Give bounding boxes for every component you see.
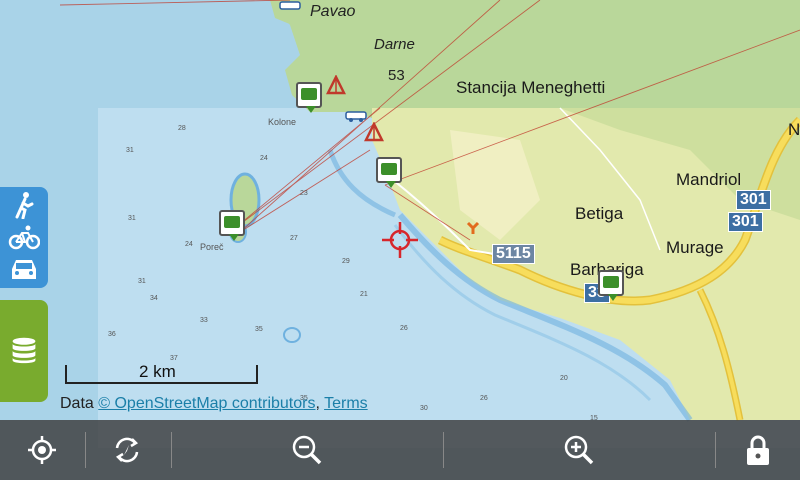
svg-text:30: 30 [420,405,428,412]
attraction-icon[interactable] [465,220,481,236]
car-marker-icon[interactable] [344,108,368,122]
svg-text:24: 24 [260,155,268,162]
poi-marker[interactable] [219,210,245,241]
rotate-map-icon [115,437,139,463]
lock-icon [747,435,769,465]
zoom-out-button[interactable] [285,420,329,480]
place-betiga: Betiga [575,204,624,223]
svg-text:36: 36 [108,331,116,338]
svg-text:26: 26 [480,395,488,402]
toolbar-divider [443,432,444,468]
svg-text:29: 29 [342,258,350,265]
attribution-prefix: Data [60,395,99,412]
poi-marker[interactable] [598,270,624,301]
road-shield: 5115 [492,244,535,264]
cycling-icon[interactable] [8,223,40,251]
elevation-label: 53 [388,67,405,84]
place-stancija-meneghetti: Stancija Meneghetti [456,78,606,97]
map-center-crosshair-icon [382,222,418,258]
lock-button[interactable] [736,420,780,480]
svg-text:26: 26 [400,325,408,332]
road-shield: 301 [728,212,763,232]
travel-mode-panel[interactable] [0,187,48,288]
map-attribution: Data © OpenStreetMap contributors, Terms [60,395,368,413]
svg-text:31: 31 [138,278,146,285]
terms-link[interactable]: Terms [324,395,368,412]
place-darne: Darne [374,36,415,53]
hiking-icon[interactable] [8,191,40,219]
rotate-map-button[interactable] [104,420,150,480]
zoom-in-button[interactable] [557,420,601,480]
svg-text:31: 31 [128,215,136,222]
place-murage: Murage [666,238,724,257]
poi-marker[interactable] [376,157,402,188]
place-edge: N [788,120,800,139]
svg-text:20: 20 [560,375,568,382]
svg-text:37: 37 [170,355,178,362]
car-marker-icon[interactable] [278,0,302,12]
toolbar-divider [171,432,172,468]
svg-text:24: 24 [185,241,193,248]
svg-text:21: 21 [360,291,368,298]
svg-text:34: 34 [150,295,158,302]
toolbar-divider [85,432,86,468]
osm-link[interactable]: © OpenStreetMap contributors [98,395,315,412]
svg-text:23: 23 [300,190,308,197]
place-pavao: Pavao [310,3,356,20]
place-mandriol: Mandriol [676,170,742,189]
camping-icon[interactable] [326,75,346,95]
offline-maps-panel[interactable] [0,300,48,402]
svg-text:28: 28 [178,125,186,132]
map-toolbar [0,420,800,480]
road-shield: 301 [736,190,771,210]
zoom-in-icon [564,435,594,465]
scale-label: 2 km [139,362,176,381]
place-kolone: Kolone [268,117,297,127]
database-icon[interactable] [8,336,40,364]
camping-icon[interactable] [364,122,384,142]
poi-marker[interactable] [296,82,322,113]
my-location-icon [28,436,56,464]
svg-text:27: 27 [290,235,298,242]
svg-text:31: 31 [126,147,134,154]
toolbar-divider [715,432,716,468]
my-location-button[interactable] [20,420,64,480]
svg-text:35: 35 [255,326,263,333]
place-porec: Poreč [200,242,224,252]
car-icon[interactable] [8,255,40,283]
zoom-out-icon [292,435,322,465]
svg-text:33: 33 [200,317,208,324]
attribution-separator: , [315,395,325,412]
